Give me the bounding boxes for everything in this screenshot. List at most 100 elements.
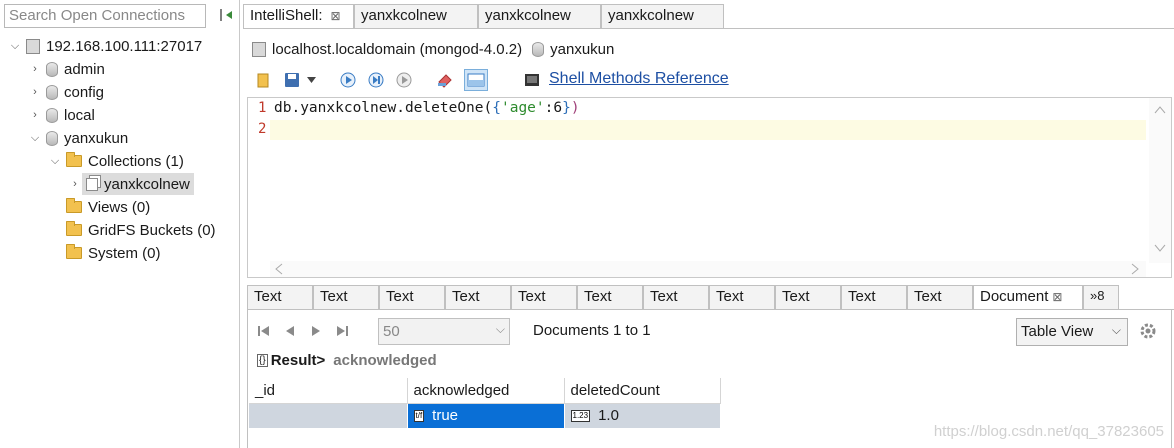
tab-text-6[interactable]: Text bbox=[577, 285, 643, 309]
field-crumb[interactable]: acknowledged bbox=[333, 352, 436, 369]
db-node-yanxukun[interactable]: ⌵ yanxukun bbox=[28, 127, 128, 149]
db-node-config[interactable]: › config bbox=[28, 81, 104, 103]
db-node-admin[interactable]: › admin bbox=[28, 58, 105, 80]
chevron-down-icon[interactable]: ⌵ bbox=[8, 40, 22, 53]
tab-overflow[interactable]: »8 bbox=[1083, 285, 1119, 309]
column-header-deletedcount[interactable]: deletedCount bbox=[564, 378, 721, 404]
code-string: 'age' bbox=[500, 100, 545, 116]
views-node[interactable]: Views (0) bbox=[62, 196, 150, 218]
prev-page-icon[interactable] bbox=[280, 324, 300, 341]
tab-intellishell[interactable]: IntelliShell: ⊠ bbox=[243, 4, 354, 28]
terminal-icon[interactable] bbox=[523, 71, 541, 89]
tab-text-7[interactable]: Text bbox=[643, 285, 709, 309]
tab-label: Document bbox=[980, 288, 1049, 305]
chevron-down-icon[interactable]: ⌵ bbox=[48, 155, 62, 168]
connection-tree-panel: Search Open Connections ⌵ 192.168.100.11… bbox=[0, 0, 240, 448]
horizontal-scrollbar[interactable] bbox=[270, 261, 1146, 277]
tab-label: yanxkcolnew bbox=[608, 7, 694, 24]
tab-label: yanxkcolnew bbox=[485, 7, 571, 24]
selected-collection[interactable]: yanxkcolnew bbox=[82, 173, 194, 195]
result-table: _id acknowledged deletedCount t/f true 1.… bbox=[249, 378, 721, 428]
tab-text-8[interactable]: Text bbox=[709, 285, 775, 309]
tab-yanxkcolnew-2[interactable]: yanxkcolnew bbox=[478, 4, 601, 28]
save-dropdown-icon[interactable] bbox=[306, 71, 316, 89]
server-node[interactable]: ⌵ 192.168.100.111:27017 bbox=[8, 35, 202, 57]
collections-label: Collections (1) bbox=[88, 152, 184, 170]
code-token: :6 bbox=[544, 100, 563, 116]
tab-text-11[interactable]: Text bbox=[907, 285, 973, 309]
gridfs-node[interactable]: GridFS Buckets (0) bbox=[62, 219, 216, 241]
page-size-value: 50 bbox=[383, 323, 400, 340]
database-icon bbox=[46, 107, 58, 123]
close-icon[interactable]: ⊠ bbox=[331, 9, 341, 23]
system-label: System (0) bbox=[88, 244, 161, 262]
first-page-icon[interactable] bbox=[254, 324, 274, 341]
chevron-down-icon[interactable]: ⌵ bbox=[1112, 323, 1121, 338]
chevron-right-icon[interactable]: › bbox=[68, 178, 82, 190]
db-label: config bbox=[64, 83, 105, 101]
cell-value: true bbox=[432, 407, 459, 425]
document-count: Documents 1 to 1 bbox=[533, 322, 651, 339]
tab-label: Text bbox=[914, 288, 942, 305]
vertical-scrollbar[interactable] bbox=[1149, 98, 1171, 263]
tab-divider bbox=[243, 28, 1174, 29]
connection-database: yanxukun bbox=[550, 40, 615, 58]
close-icon[interactable]: ⊠ bbox=[1052, 290, 1062, 304]
db-node-local[interactable]: › local bbox=[28, 104, 95, 126]
chevron-right-icon[interactable]: › bbox=[28, 109, 42, 121]
tab-label: yanxkcolnew bbox=[361, 7, 447, 24]
collapse-panel-icon[interactable] bbox=[218, 6, 236, 26]
view-mode-select[interactable]: Table View ⌵ bbox=[1016, 318, 1128, 346]
collections-node[interactable]: ⌵ Collections (1) bbox=[48, 150, 184, 172]
tab-label: Text bbox=[650, 288, 678, 305]
open-file-icon[interactable] bbox=[255, 71, 273, 89]
chevron-down-icon[interactable]: ⌵ bbox=[496, 322, 505, 337]
tab-text-10[interactable]: Text bbox=[841, 285, 907, 309]
view-mode-value: Table View bbox=[1021, 323, 1094, 340]
chevron-right-icon[interactable]: › bbox=[28, 63, 42, 75]
search-connections-input[interactable]: Search Open Connections bbox=[4, 4, 206, 28]
database-icon bbox=[46, 61, 58, 77]
save-icon[interactable] bbox=[283, 71, 301, 89]
db-label: admin bbox=[64, 60, 105, 78]
stop-icon[interactable] bbox=[395, 71, 413, 89]
tab-document[interactable]: Document ⊠ bbox=[973, 285, 1083, 309]
tab-text-4[interactable]: Text bbox=[445, 285, 511, 309]
next-page-icon[interactable] bbox=[306, 324, 326, 341]
tab-yanxkcolnew-3[interactable]: yanxkcolnew bbox=[601, 4, 724, 28]
collection-node-yanxkcolnew[interactable]: › yanxkcolnew bbox=[68, 173, 194, 195]
cell-id[interactable] bbox=[249, 403, 408, 428]
server-label: 192.168.100.111:27017 bbox=[46, 37, 203, 55]
clear-icon[interactable] bbox=[436, 71, 454, 89]
run-statement-icon[interactable] bbox=[367, 71, 385, 89]
code-token: } bbox=[562, 100, 571, 116]
column-header-acknowledged[interactable]: acknowledged bbox=[407, 378, 565, 404]
shell-methods-reference-link[interactable]: Shell Methods Reference bbox=[549, 70, 729, 88]
tab-text-9[interactable]: Text bbox=[775, 285, 841, 309]
toggle-output-icon[interactable] bbox=[464, 69, 488, 91]
page-size-select[interactable]: 50 ⌵ bbox=[378, 318, 510, 345]
chevron-down-icon[interactable]: ⌵ bbox=[28, 132, 42, 145]
code-editor[interactable]: 1 2 db.yanxkcolnew.deleteOne({'age':6}) bbox=[247, 97, 1172, 278]
column-header-id[interactable]: _id bbox=[249, 378, 408, 404]
pager-controls bbox=[254, 318, 358, 346]
result-crumb[interactable]: Result> bbox=[271, 352, 326, 369]
tab-text-1[interactable]: Text bbox=[247, 285, 313, 309]
cell-acknowledged[interactable]: t/f true bbox=[407, 403, 565, 428]
code-line-1[interactable]: db.yanxkcolnew.deleteOne({'age':6}) bbox=[274, 100, 580, 116]
db-label: local bbox=[64, 106, 95, 124]
tab-text-5[interactable]: Text bbox=[511, 285, 577, 309]
object-icon: {} bbox=[257, 354, 268, 367]
table-row[interactable]: t/f true 1.23 1.0 bbox=[249, 403, 721, 428]
collection-icon bbox=[86, 177, 98, 191]
cell-deletedcount[interactable]: 1.23 1.0 bbox=[564, 403, 721, 428]
chevron-right-icon[interactable]: › bbox=[28, 86, 42, 98]
tab-yanxkcolnew-1[interactable]: yanxkcolnew bbox=[354, 4, 478, 28]
last-page-icon[interactable] bbox=[332, 324, 352, 341]
system-node[interactable]: System (0) bbox=[62, 242, 161, 264]
gear-icon[interactable] bbox=[1139, 322, 1157, 345]
collection-label: yanxkcolnew bbox=[104, 175, 190, 193]
run-icon[interactable] bbox=[339, 71, 357, 89]
tab-text-2[interactable]: Text bbox=[313, 285, 379, 309]
tab-text-3[interactable]: Text bbox=[379, 285, 445, 309]
